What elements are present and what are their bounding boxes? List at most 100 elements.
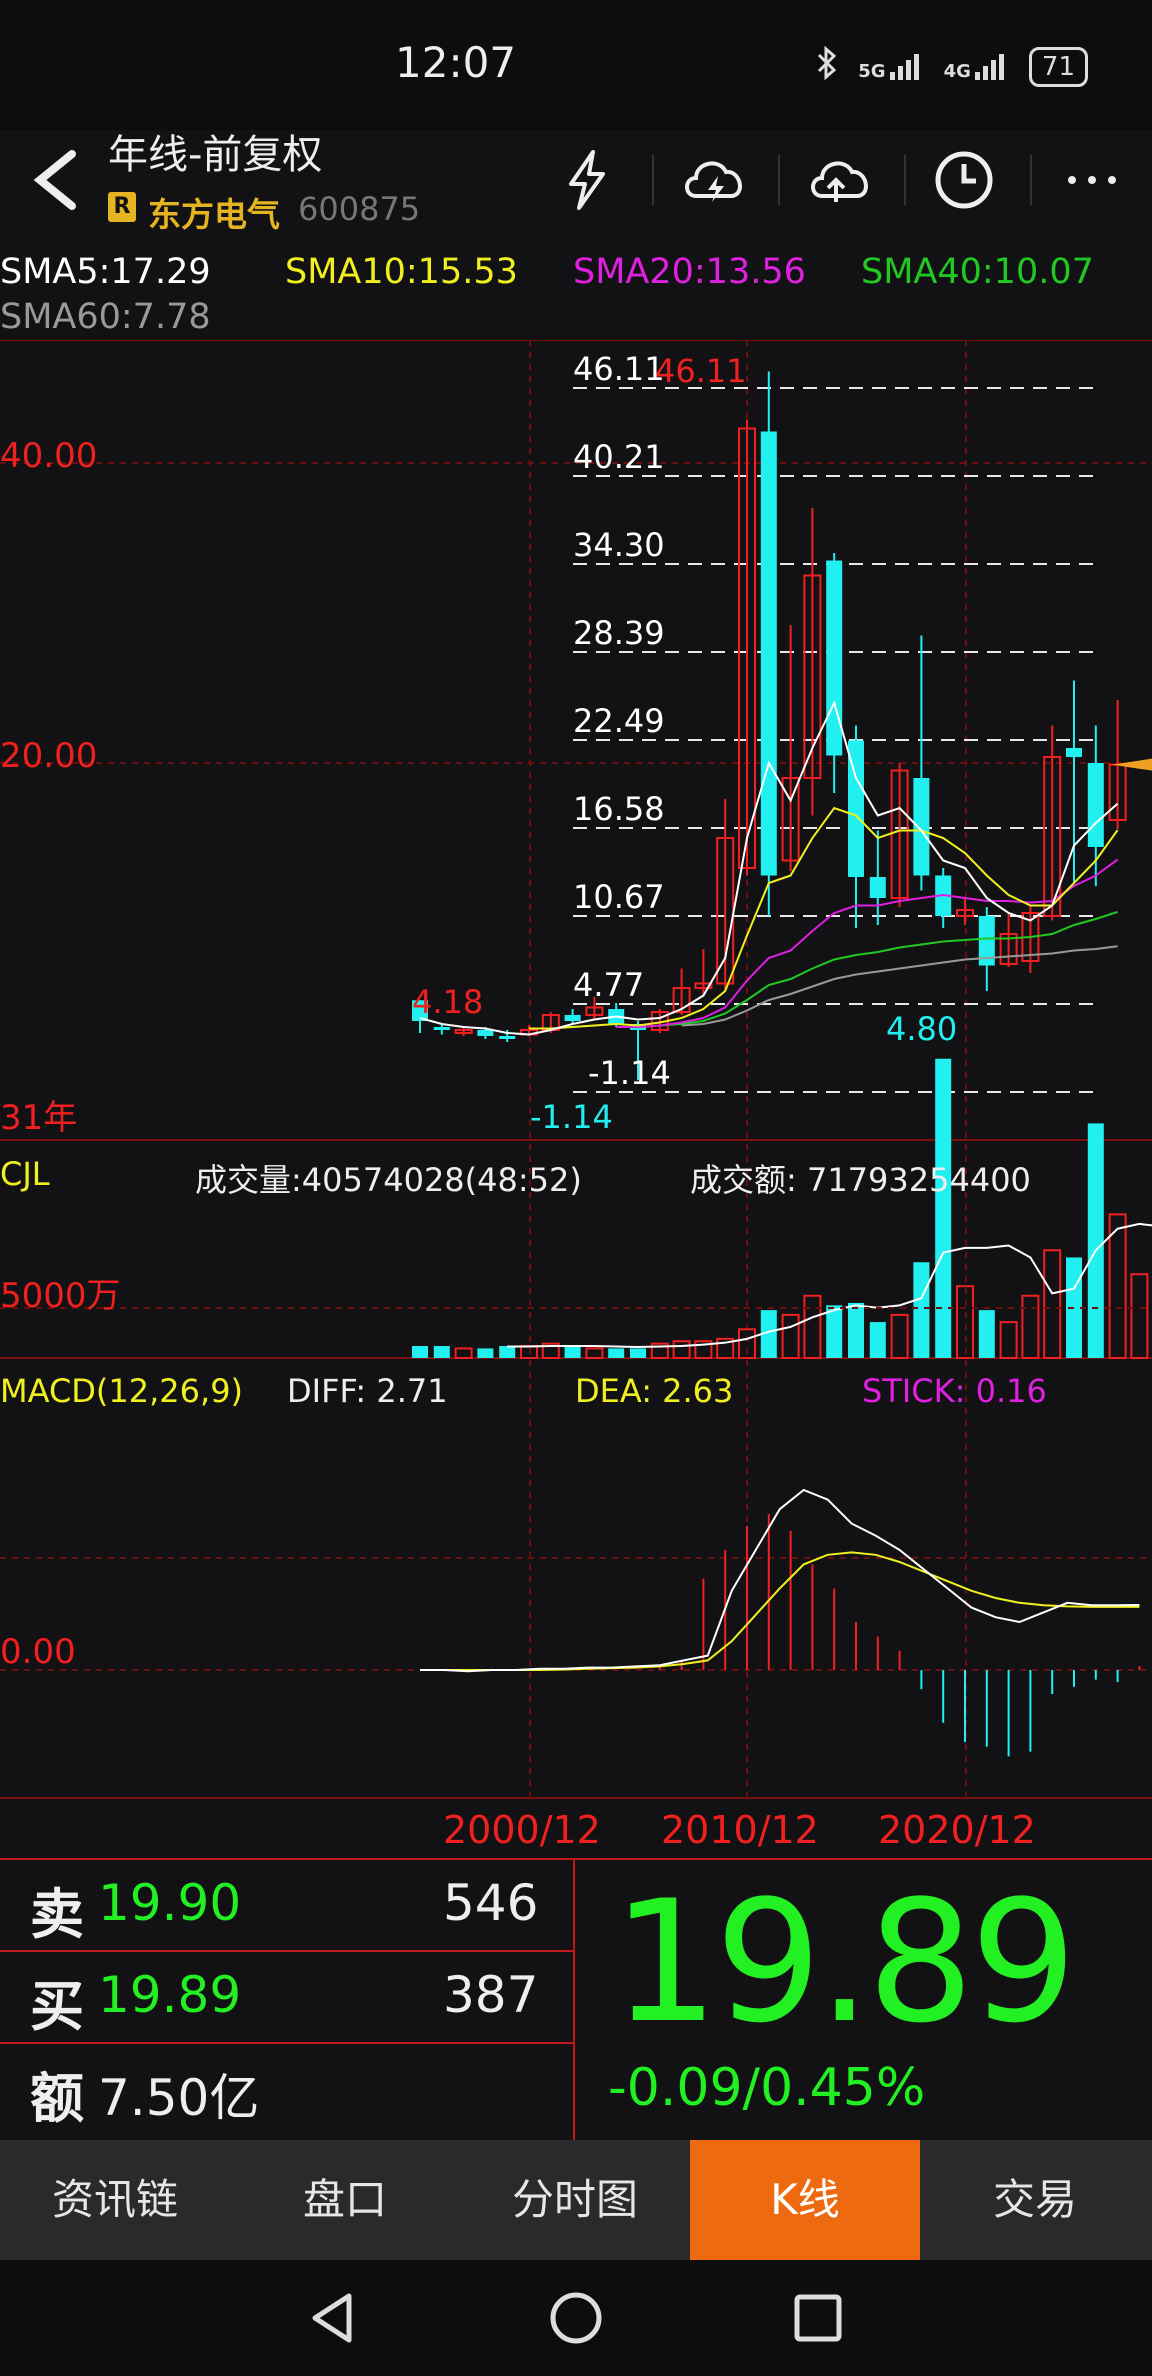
back-arrow-icon	[33, 150, 76, 210]
level-label: 22.49	[573, 702, 665, 740]
history-button[interactable]	[932, 148, 996, 212]
cloud-refresh-button[interactable]	[680, 148, 744, 212]
macd-stick: STICK: 0.16	[862, 1372, 1047, 1410]
macd-zero-label: 0.00	[0, 1632, 76, 1672]
candle-body	[913, 778, 930, 876]
volume-bar	[1021, 1294, 1040, 1359]
lightning-button[interactable]	[555, 148, 619, 212]
bluetooth-icon	[816, 45, 838, 87]
tab-trade[interactable]: 交易	[920, 2140, 1150, 2260]
tab-kline[interactable]: K线	[690, 2140, 920, 2260]
volume-bar	[978, 1310, 995, 1358]
volume-bar	[499, 1346, 516, 1358]
nav-back-button[interactable]	[305, 2290, 361, 2350]
market-badge: R	[108, 192, 136, 222]
buy-label: 买	[30, 1975, 84, 2038]
volume-bar	[913, 1262, 930, 1358]
sell-label: 卖	[30, 1883, 84, 1946]
period-label: 31年	[0, 1098, 78, 1138]
volume-bar	[826, 1305, 843, 1358]
sell-price: 19.90	[98, 1874, 242, 1932]
clock-icon	[935, 151, 993, 209]
candle-body	[433, 1027, 450, 1030]
tab-orderbook[interactable]: 盘口	[230, 2140, 460, 2260]
level-label: 34.30	[573, 526, 665, 564]
tab-intraday[interactable]: 分时图	[460, 2140, 690, 2260]
candle-body	[564, 1015, 581, 1021]
sma40-line	[659, 910, 1118, 1027]
level-label: 4.77	[573, 966, 645, 1004]
cloud-sync-button[interactable]	[806, 148, 870, 212]
volume-bar	[781, 1313, 800, 1360]
x-axis-label: 2010/12	[661, 1808, 819, 1852]
signal-4g-icon: 4G	[944, 52, 1009, 82]
volume-bar	[564, 1346, 581, 1358]
candle-body	[477, 1030, 494, 1036]
macd-dea: DEA: 2.63	[575, 1372, 734, 1410]
level-label: 28.39	[573, 614, 665, 652]
bottom-tabs: 资讯链 盘口 分时图 K线 交易	[0, 2140, 1152, 2260]
volume-bar	[956, 1285, 974, 1359]
volume-y-label: 5000万	[0, 1276, 121, 1316]
volume-bar	[935, 1058, 952, 1358]
nav-recents-button[interactable]	[790, 2290, 846, 2350]
header-divider	[904, 155, 906, 205]
volume-bar	[630, 1348, 646, 1358]
candle-body	[499, 1036, 516, 1039]
volume-text: 成交量:40574028(48:52)	[195, 1161, 582, 1199]
volume-bar	[1130, 1273, 1149, 1360]
sma10-legend: SMA10:15.53	[285, 252, 518, 292]
macd-diff: DIFF: 2.71	[287, 1372, 448, 1410]
system-nav-bar	[0, 2260, 1152, 2376]
square-recents-icon	[794, 2294, 842, 2342]
circle-home-icon	[550, 2292, 602, 2344]
amount-label: 额	[30, 2067, 84, 2130]
header-divider	[652, 155, 654, 205]
stock-code: 600875	[298, 190, 421, 228]
last-price: 19.89	[612, 1864, 1077, 2060]
volume-bar	[1087, 1123, 1104, 1358]
more-icon	[1068, 176, 1116, 184]
sma60-legend: SMA60:7.78	[0, 297, 211, 337]
candle-body	[869, 877, 886, 898]
volume-bar	[1043, 1249, 1062, 1360]
volume-bar	[608, 1348, 625, 1358]
sma5-legend: SMA5:17.29	[0, 252, 211, 292]
amount-value: 7.50亿	[98, 2069, 260, 2127]
volume-bar	[454, 1347, 473, 1360]
nav-home-button[interactable]	[548, 2290, 604, 2350]
level-label: 10.67	[573, 878, 665, 916]
x-axis-label: 2020/12	[878, 1808, 1036, 1852]
y-axis-label-40: 40.00	[0, 436, 98, 476]
volume-bar	[1108, 1213, 1127, 1359]
macd-diff-line	[420, 1488, 1140, 1673]
header-divider	[1030, 155, 1032, 205]
quote-panel: 卖 19.90 546 买 19.89 387 额 7.50亿 19.89 -0…	[0, 1858, 1152, 2140]
volume-bar	[869, 1322, 886, 1358]
level-label: 46.11	[573, 350, 665, 388]
candle-body	[1066, 748, 1082, 757]
sell-volume: 546	[443, 1874, 539, 1932]
triangle-back-icon	[312, 2293, 352, 2343]
lightning-icon	[569, 150, 605, 210]
local-low-label: 4.80	[886, 1010, 958, 1048]
tab-news[interactable]: 资讯链	[0, 2140, 230, 2260]
buy-price: 19.89	[98, 1966, 242, 2024]
y-axis-label-20: 20.00	[0, 736, 98, 776]
macd-label: MACD(12,26,9)	[0, 1372, 244, 1410]
candle-body	[1087, 763, 1104, 847]
signal-5g-icon: 5G	[858, 52, 923, 82]
volume-bar	[999, 1321, 1018, 1360]
volume-bar	[890, 1313, 909, 1360]
volume-bar	[672, 1340, 691, 1360]
sma20-legend: SMA20:13.56	[573, 252, 806, 292]
stock-name: 东方电气	[148, 195, 280, 234]
more-button[interactable]	[1060, 148, 1124, 212]
candle-body	[760, 431, 777, 876]
max-price-label: 46.11	[655, 352, 747, 390]
level-label: -1.14	[588, 1054, 671, 1092]
status-icons: 5G 4G 71	[816, 45, 1088, 87]
back-button[interactable]	[30, 148, 80, 216]
volume-bar	[803, 1294, 822, 1359]
sma40-legend: SMA40:10.07	[861, 252, 1094, 292]
